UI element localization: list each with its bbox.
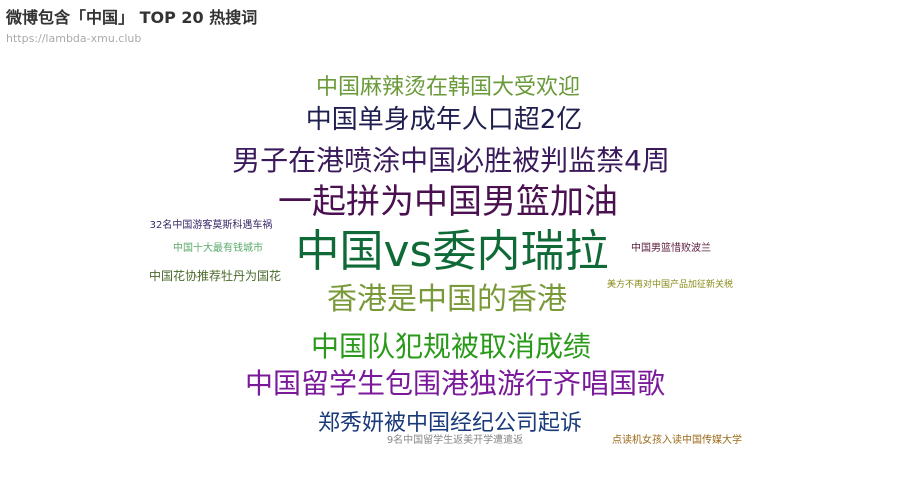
word-cloud-term: 男子在港喷涂中国必胜被判监禁4周 xyxy=(232,144,670,177)
word-cloud-term: 中国麻辣烫在韩国大受欢迎 xyxy=(316,75,580,100)
word-cloud-term: 美方不再对中国产品加征新关税 xyxy=(607,278,733,290)
word-cloud-term: 中国单身成年人口超2亿 xyxy=(306,105,583,135)
word-cloud-term: 一起拼为中国男篮加油 xyxy=(278,182,618,222)
word-cloud-term: 32名中国游客莫斯科遇车祸 xyxy=(150,218,273,231)
word-cloud-term: 郑秀妍被中国经纪公司起诉 xyxy=(318,411,582,436)
word-cloud-term: 中国队犯规被取消成绩 xyxy=(311,330,591,363)
word-cloud-term: 9名中国留学生返美开学遭遣返 xyxy=(387,433,523,446)
word-cloud-term: 中国十大最有钱城市 xyxy=(173,241,263,254)
word-cloud-term: 香港是中国的香港 xyxy=(327,282,567,317)
word-cloud-term: 中国男篮惜败波兰 xyxy=(631,241,711,254)
word-cloud-term: 中国留学生包围港独游行齐唱国歌 xyxy=(245,367,665,400)
word-cloud-term: 中国花协推荐牡丹为国花 xyxy=(149,268,281,283)
word-cloud-term: 中国vs委内瑞拉 xyxy=(296,226,609,277)
word-cloud-term: 点读机女孩入读中国传媒大学 xyxy=(612,433,742,446)
word-cloud: 中国麻辣烫在韩国大受欢迎中国单身成年人口超2亿男子在港喷涂中国必胜被判监禁4周一… xyxy=(149,75,742,446)
